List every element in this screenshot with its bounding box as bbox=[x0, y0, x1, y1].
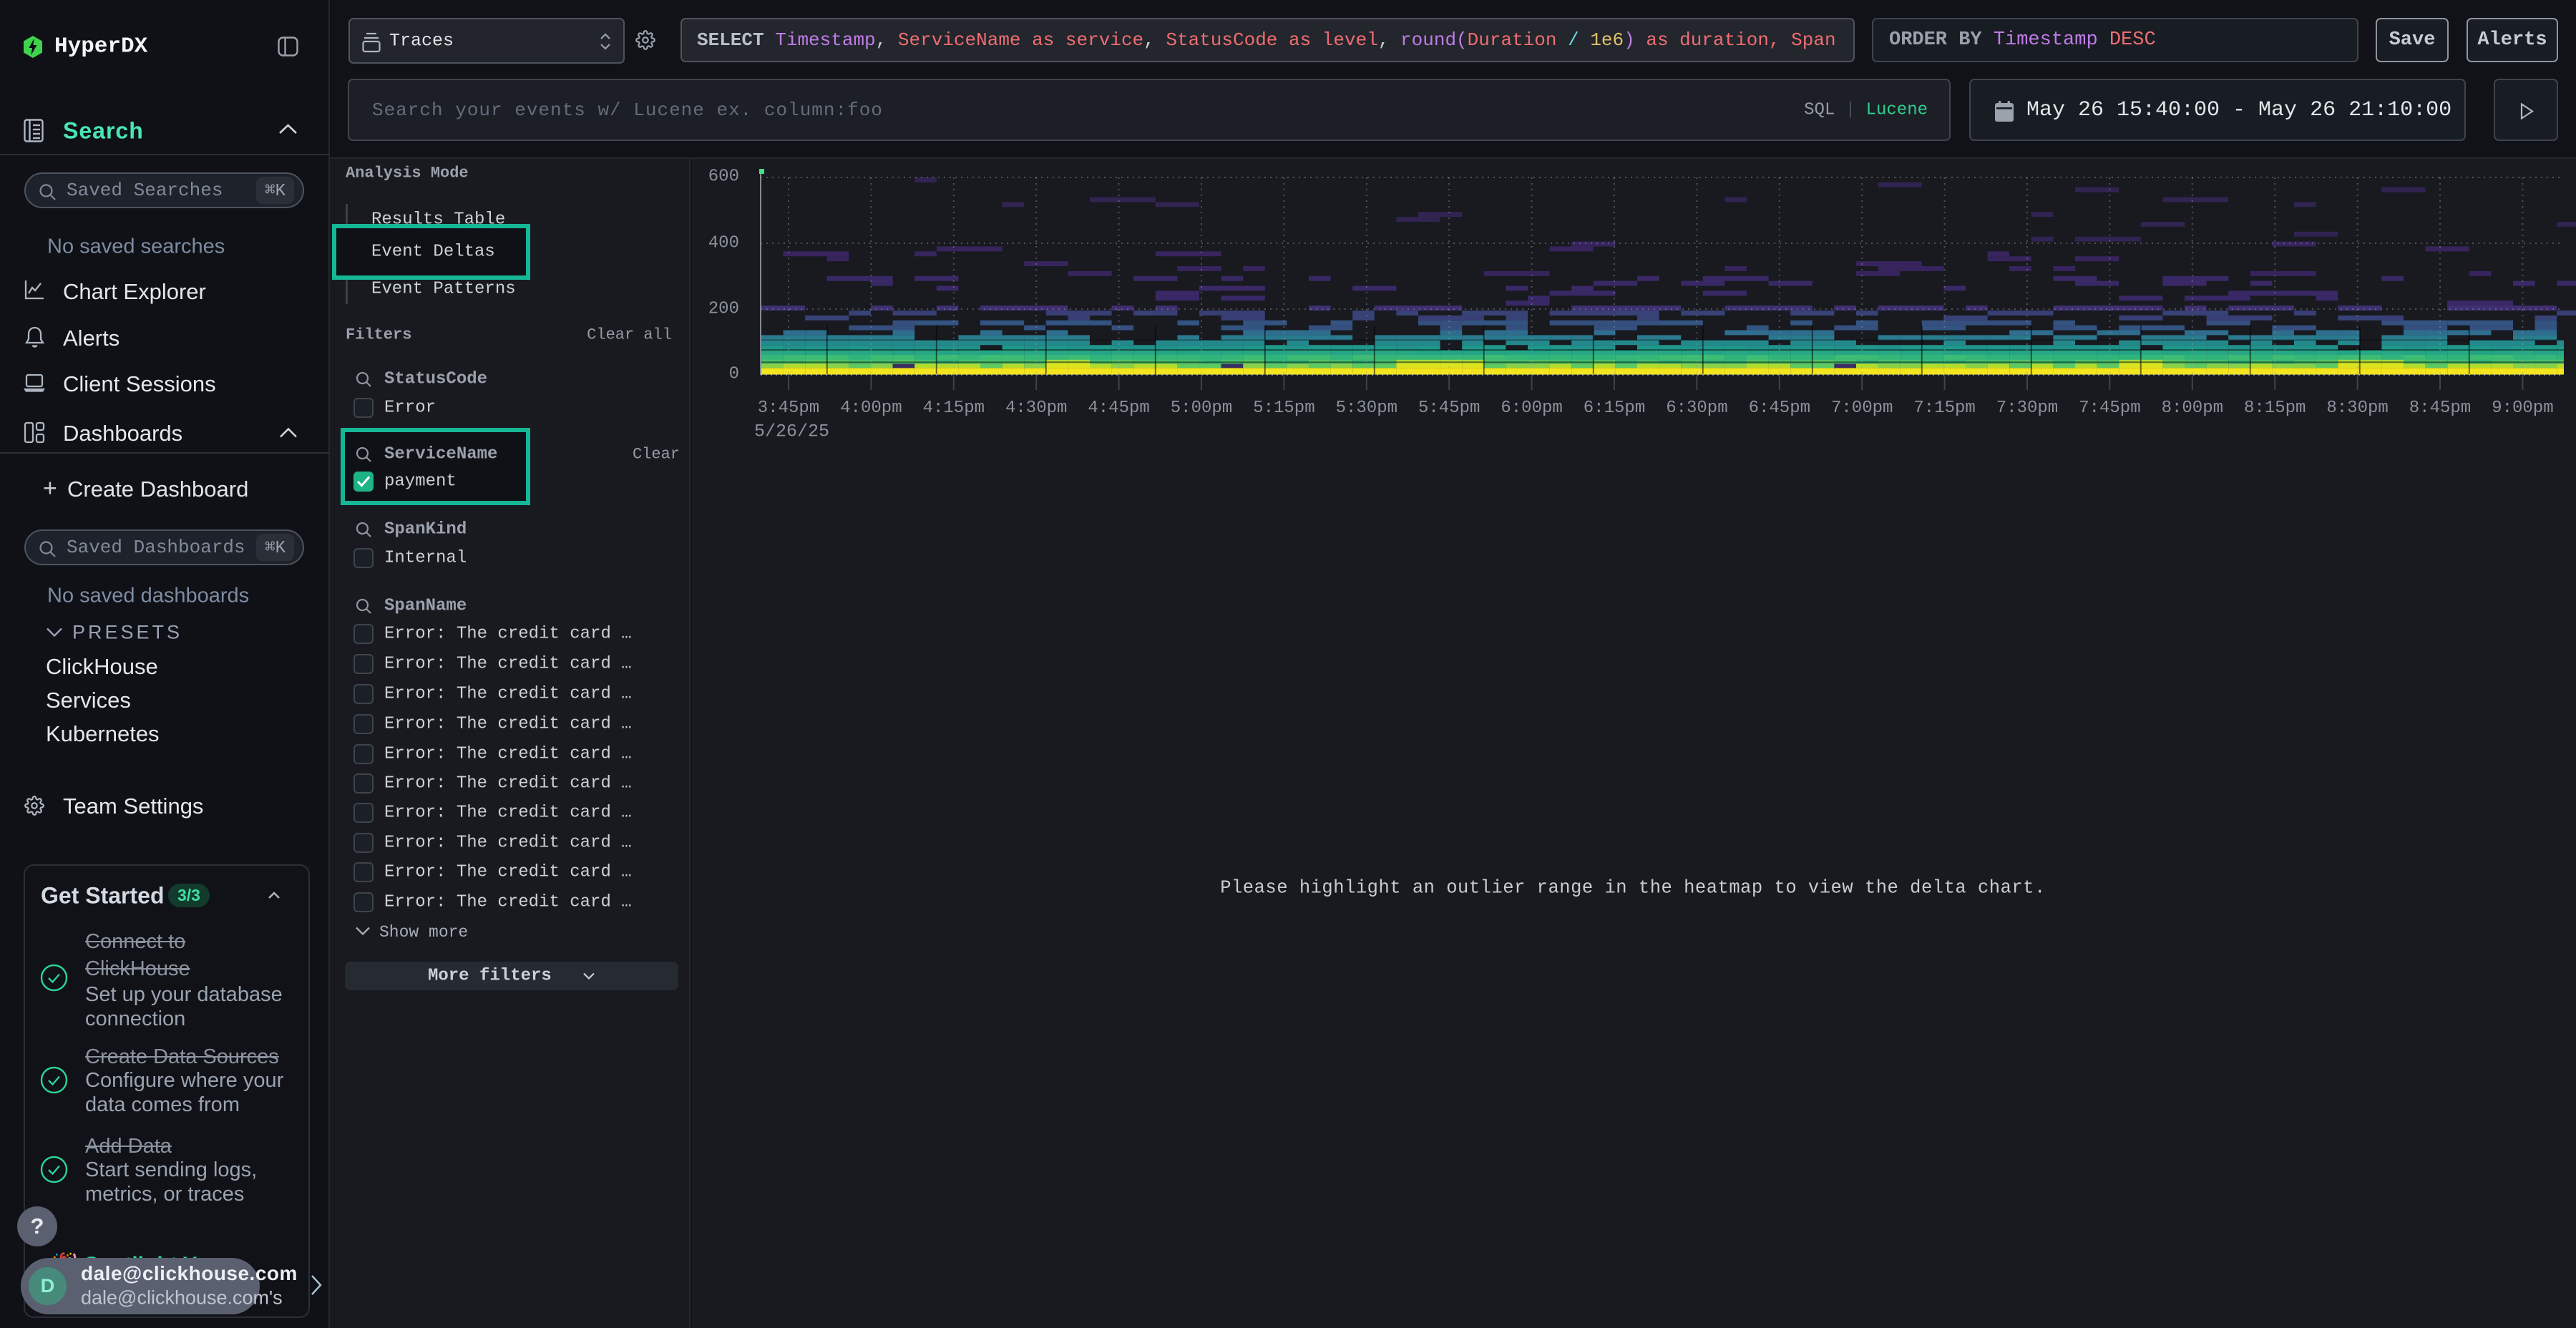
svg-text:9:00pm: 9:00pm bbox=[2492, 399, 2553, 418]
svg-text:5:00pm: 5:00pm bbox=[1171, 399, 1232, 418]
svg-text:6:00pm: 6:00pm bbox=[1501, 399, 1562, 418]
svg-text:4:00pm: 4:00pm bbox=[840, 399, 902, 418]
svg-text:8:45pm: 8:45pm bbox=[2409, 399, 2471, 418]
svg-text:5:45pm: 5:45pm bbox=[1418, 399, 1480, 418]
svg-text:8:00pm: 8:00pm bbox=[2162, 399, 2223, 418]
svg-text:5:15pm: 5:15pm bbox=[1253, 399, 1314, 418]
svg-text:4:45pm: 4:45pm bbox=[1088, 399, 1149, 418]
svg-text:3:45pm: 3:45pm bbox=[758, 399, 819, 418]
svg-text:7:15pm: 7:15pm bbox=[1913, 399, 1975, 418]
svg-text:6:45pm: 6:45pm bbox=[1749, 399, 1810, 418]
svg-text:8:15pm: 8:15pm bbox=[2244, 399, 2306, 418]
svg-text:4:30pm: 4:30pm bbox=[1005, 399, 1067, 418]
svg-text:6:30pm: 6:30pm bbox=[1666, 399, 1727, 418]
svg-text:7:45pm: 7:45pm bbox=[2079, 399, 2140, 418]
svg-text:4:15pm: 4:15pm bbox=[923, 399, 985, 418]
svg-text:7:30pm: 7:30pm bbox=[1996, 399, 2058, 418]
svg-text:5:30pm: 5:30pm bbox=[1336, 399, 1397, 418]
svg-text:7:00pm: 7:00pm bbox=[1831, 399, 1893, 418]
svg-text:6:15pm: 6:15pm bbox=[1584, 399, 1645, 418]
svg-text:8:30pm: 8:30pm bbox=[2326, 399, 2388, 418]
